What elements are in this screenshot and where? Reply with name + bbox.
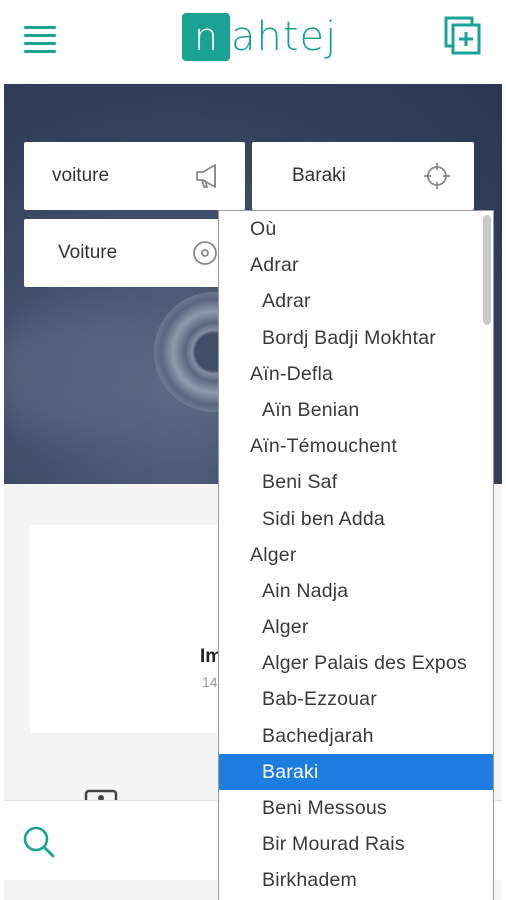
logo-text: ahtej [231,14,338,60]
dropdown-option[interactable]: Alger [219,609,493,645]
app-frame: n ahtej voiture Baraki Voiture Im 14 Où … [4,0,502,900]
location-value: Baraki [292,165,346,186]
category-select[interactable]: Voiture [24,219,245,287]
dropdown-option[interactable]: Aïn-Témouchent [219,428,493,464]
add-post-icon[interactable] [444,16,482,56]
keyword-input[interactable]: voiture [24,142,245,210]
hamburger-menu-icon[interactable] [24,26,56,54]
listing-subtitle: 14 [202,674,218,690]
keyword-value: voiture [52,165,110,186]
app-logo[interactable]: n ahtej [182,10,337,64]
dropdown-option[interactable]: Alger Palais des Expos [219,645,493,681]
dropdown-option[interactable]: Beni Saf [219,464,493,500]
listing-card-image[interactable] [30,525,230,733]
category-value: Voiture [58,242,118,263]
crosshair-icon [424,163,450,189]
location-dropdown-list[interactable]: Où Adrar Adrar Bordj Badji Mokhtar Aïn-Defla… [218,210,494,900]
location-select[interactable]: Baraki [252,142,474,210]
dropdown-option[interactable]: Beni Messous [219,790,493,826]
dropdown-option[interactable]: Bordj Badji Mokhtar [219,320,493,356]
dropdown-items: Où Adrar Adrar Bordj Badji Mokhtar Aïn-Defla… [219,211,493,899]
dropdown-option[interactable]: Ain Nadja [219,573,493,609]
dropdown-option[interactable]: Birkhadem [219,862,493,898]
dropdown-option[interactable]: Adrar [219,247,493,283]
hero-background-shape [4,314,164,434]
top-bar: n ahtej [4,0,502,84]
dropdown-option[interactable]: Alger [219,537,493,573]
dropdown-option[interactable]: Bab-Ezzouar [219,681,493,717]
search-icon[interactable] [22,825,56,859]
dropdown-option[interactable]: Bachedjarah [219,718,493,754]
dropdown-option[interactable]: Bir Mourad Rais [219,826,493,862]
logo-mark: n [182,13,230,61]
dropdown-scrollbar[interactable] [483,215,491,325]
dropdown-option[interactable]: Adrar [219,283,493,319]
dropdown-option[interactable]: Aïn Benian [219,392,493,428]
dropdown-option[interactable]: Baraki [219,753,493,790]
dropdown-option[interactable]: Où [219,211,493,247]
dropdown-option[interactable]: Aïn-Defla [219,356,493,392]
dropdown-option[interactable]: Sidi ben Adda [219,501,493,537]
megaphone-icon [196,164,216,188]
